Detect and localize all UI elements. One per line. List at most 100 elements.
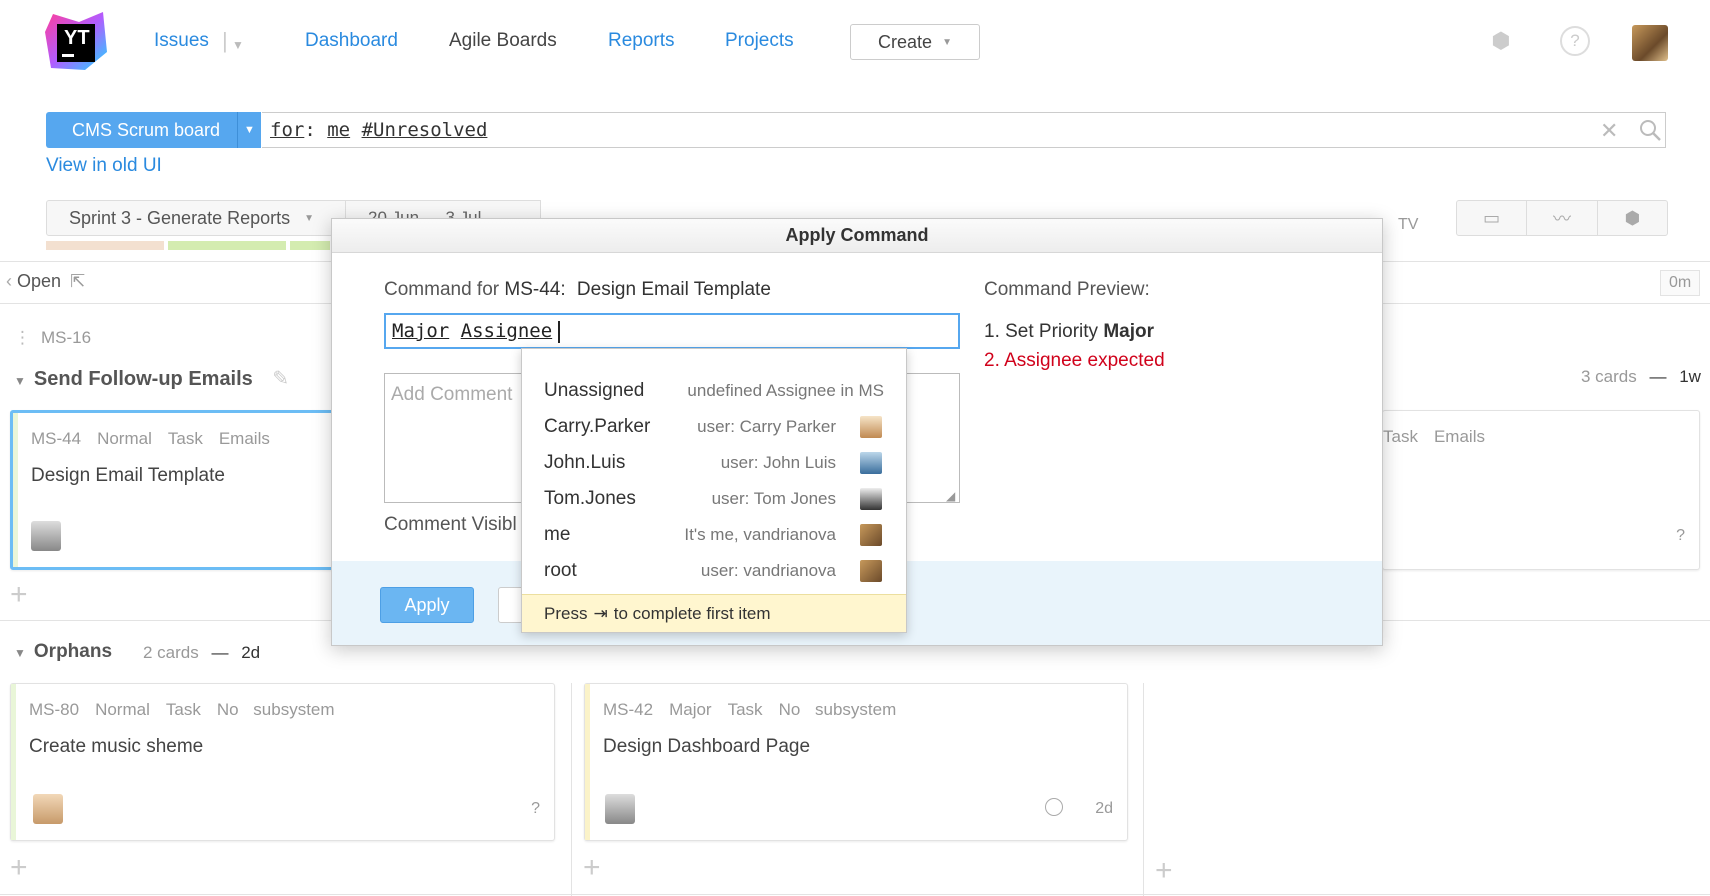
autocomplete-item-desc: user: John Luis <box>720 453 836 472</box>
autocomplete-item-name: Tom.Jones <box>544 488 636 509</box>
user-avatar <box>860 524 882 546</box>
issue-card[interactable]: MS-44 Normal Task Emails Design Email Templ… <box>10 410 340 570</box>
swimlane-header[interactable]: ▼ Send Follow-up Emails ✎ <box>14 366 289 391</box>
edit-pencil-icon[interactable]: ✎ <box>272 368 289 390</box>
create-label: Create <box>878 31 933 52</box>
assignee-avatar[interactable] <box>605 794 635 824</box>
clear-search-icon[interactable]: ✕ <box>1600 118 1618 144</box>
card-type[interactable]: Task <box>166 700 201 719</box>
card-type[interactable]: Task <box>168 429 203 448</box>
card-title[interactable]: Design Dashboard Page <box>603 736 810 758</box>
column-open[interactable]: ‹ Open ⇱ <box>6 271 85 292</box>
create-button[interactable]: Create ▼ <box>850 24 980 60</box>
card-subsystem[interactable]: Emails <box>219 429 270 448</box>
orphans-header[interactable]: ▼ Orphans <box>14 641 112 663</box>
query-colon: : <box>304 119 328 141</box>
logo-text: YT <box>64 27 90 49</box>
add-card-icon[interactable]: + <box>10 851 28 885</box>
card-priority[interactable]: Normal <box>95 700 150 719</box>
autocomplete-item[interactable]: root user: vandrianova <box>522 553 906 589</box>
add-card-icon[interactable]: + <box>583 851 601 885</box>
nav-reports[interactable]: Reports <box>608 30 675 52</box>
chart-icon[interactable]: 〰 <box>1527 201 1598 235</box>
autocomplete-item[interactable]: Carry.Parker user: Carry Parker <box>522 409 906 445</box>
autocomplete-item[interactable]: Unassigned undefined Assignee in MS <box>522 373 906 409</box>
card-color-bar <box>11 684 16 840</box>
assignee-autocomplete: Unassigned undefined Assignee in MS Carr… <box>521 348 907 633</box>
autocomplete-item-desc: user: Tom Jones <box>711 489 836 508</box>
issue-card[interactable]: MS-42 Major Task No subsystem Design Dashbo… <box>584 683 1128 841</box>
collapse-triangle-icon[interactable]: ▼ <box>14 646 26 660</box>
add-card-icon[interactable]: + <box>1155 854 1173 888</box>
comment-visibility-label[interactable]: Comment Visibl <box>384 514 517 536</box>
backlog-icon[interactable]: ▭ <box>1457 201 1528 235</box>
swimlane-meta: 3 cards — 1w <box>1581 367 1701 387</box>
search-icon[interactable] <box>1638 118 1662 148</box>
hint-suffix: to complete first item <box>613 603 771 623</box>
autocomplete-item[interactable]: me It's me, vandrianova <box>522 517 906 553</box>
nav-issues[interactable]: Issues <box>154 30 209 52</box>
timer-icon[interactable] <box>1045 798 1063 816</box>
assignee-avatar[interactable] <box>33 794 63 824</box>
youtrack-logo[interactable]: YT <box>45 12 107 72</box>
card-subsystem[interactable]: No subsystem <box>779 700 897 719</box>
resize-handle-icon[interactable]: ◢ <box>946 489 955 503</box>
apply-button[interactable]: Apply <box>380 587 474 623</box>
board-selector-button[interactable]: CMS Scrum board ▼ <box>46 112 261 148</box>
card-id[interactable]: MS-42 <box>603 700 653 719</box>
sprint-progress-segment <box>290 241 330 250</box>
card-id[interactable]: MS-44 <box>31 429 81 448</box>
card-subsystem[interactable]: No subsystem <box>217 700 335 719</box>
issue-card[interactable]: MS-80 Normal Task No subsystem Create music… <box>10 683 555 841</box>
nav-projects[interactable]: Projects <box>725 30 794 52</box>
user-avatar[interactable] <box>1632 25 1668 61</box>
autocomplete-item[interactable]: Tom.Jones user: Tom Jones <box>522 481 906 517</box>
orphans-card-count: 2 cards <box>143 643 199 662</box>
swimlane-title: Send Follow-up Emails <box>33 368 253 390</box>
add-card-icon[interactable]: + <box>10 578 28 612</box>
search-query-input[interactable]: for: me #Unresolved <box>262 112 1666 148</box>
card-title[interactable]: Design Email Template <box>31 465 225 487</box>
nav-dashboard[interactable]: Dashboard <box>305 30 398 52</box>
external-link-icon[interactable]: ⇱ <box>70 271 85 291</box>
card-subsystem[interactable]: Emails <box>1434 427 1485 446</box>
board-tools: ▭ 〰 ⬢ <box>1456 200 1668 236</box>
tv-mode-label[interactable]: TV <box>1398 216 1418 234</box>
chevron-down-icon[interactable]: ▼ <box>237 112 261 148</box>
column-time: 0m <box>1660 270 1701 296</box>
card-title[interactable]: Create music sheme <box>29 736 203 758</box>
card-type[interactable]: Task <box>1383 427 1418 446</box>
drag-handle-icon[interactable]: ⋮ <box>14 328 31 347</box>
autocomplete-item-name: Carry.Parker <box>544 416 651 437</box>
command-input[interactable]: Major Assignee <box>384 313 960 349</box>
column-open-label: Open <box>17 271 62 291</box>
card-estimate[interactable]: ? <box>1676 527 1685 545</box>
card-tags: MS-80 Normal Task No subsystem <box>29 700 351 720</box>
card-priority[interactable]: Normal <box>97 429 152 448</box>
user-avatar <box>860 416 882 438</box>
card-estimate[interactable]: 2d <box>1095 800 1113 818</box>
nav-agile-boards[interactable]: Agile Boards <box>449 30 557 52</box>
card-color-bar <box>13 413 18 567</box>
issue-card[interactable]: Task Emails ? <box>1382 410 1700 570</box>
card-type[interactable]: Task <box>728 700 763 719</box>
card-priority[interactable]: Major <box>669 700 712 719</box>
card-estimate[interactable]: ? <box>531 800 540 818</box>
settings-icon[interactable]: ⬢ <box>1486 26 1516 56</box>
autocomplete-item-name: John.Luis <box>544 452 626 473</box>
card-id[interactable]: MS-80 <box>29 700 79 719</box>
swimlane-card-count: 3 cards <box>1581 367 1637 386</box>
help-icon[interactable]: ? <box>1560 26 1590 56</box>
swimlane-time: 1w <box>1679 367 1701 386</box>
chevron-left-icon[interactable]: ‹ <box>6 271 17 291</box>
board-settings-icon[interactable]: ⬢ <box>1598 201 1667 235</box>
command-for-prefix: Command for <box>384 279 500 300</box>
parent-issue[interactable]: ⋮ MS-16 <box>14 328 91 348</box>
view-old-ui-link[interactable]: View in old UI <box>46 155 162 177</box>
collapse-triangle-icon[interactable]: ▼ <box>14 374 26 388</box>
sprint-selector[interactable]: Sprint 3 - Generate Reports ▼ <box>46 200 346 236</box>
nav-separator: | <box>222 28 228 53</box>
autocomplete-item[interactable]: John.Luis user: John Luis <box>522 445 906 481</box>
issues-dropdown-icon[interactable]: ▼ <box>232 38 244 52</box>
assignee-avatar[interactable] <box>31 521 61 551</box>
